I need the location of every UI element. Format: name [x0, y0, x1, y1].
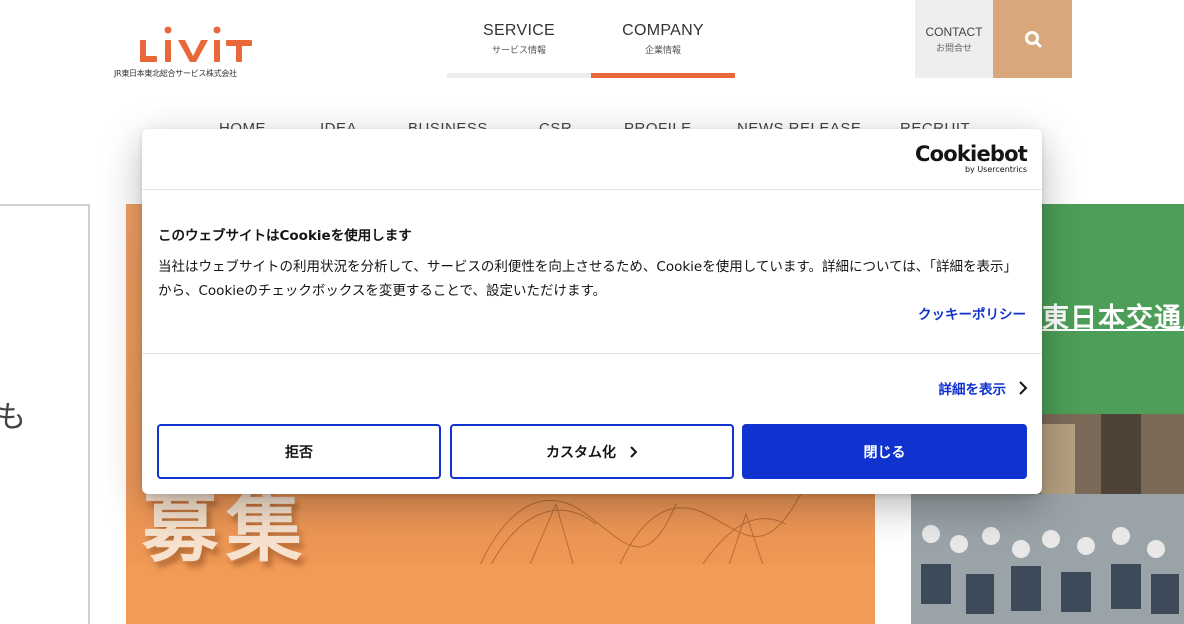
- logo-subtitle: JR東日本東北総合サービス株式会社: [114, 69, 237, 78]
- close-button-label: 閉じる: [863, 444, 906, 461]
- left-card-glyph: も: [0, 400, 26, 435]
- customize-button[interactable]: カスタム化: [450, 424, 734, 479]
- topnav-service-label: SERVICE: [482, 22, 556, 39]
- livit-logo-mark: [140, 26, 252, 62]
- topnav-service-sublabel: サービス情報: [491, 46, 546, 56]
- cookie-dialog-title: このウェブサイトはCookieを使用します: [158, 228, 412, 244]
- site-logo[interactable]: JR東日本東北総合サービス株式会社: [114, 22, 274, 82]
- top-navigation: SERVICE サービス情報 COMPANY 企業情報: [447, 0, 735, 78]
- cookiebot-logo-byline: by Usercentrics: [964, 165, 1027, 174]
- deny-button-label: 拒否: [285, 444, 313, 461]
- cookie-dialog-header: Cookiebot by Usercentrics: [142, 129, 1042, 190]
- show-details-label: 詳細を表示: [938, 382, 1007, 398]
- chevron-right-icon: [630, 445, 638, 458]
- cookiebot-logo[interactable]: Cookiebot by Usercentrics: [915, 142, 1028, 175]
- topnav-item-company[interactable]: COMPANY 企業情報: [591, 22, 735, 56]
- customize-button-label: カスタム化: [546, 444, 616, 461]
- side-promo-title: 東日本交通広: [1042, 303, 1184, 334]
- contact-sublabel: お問合せ: [935, 44, 972, 54]
- topnav-item-service[interactable]: SERVICE サービス情報: [447, 22, 591, 56]
- left-card[interactable]: も: [0, 204, 90, 624]
- deny-button[interactable]: 拒否: [157, 424, 441, 479]
- chevron-right-icon: [1019, 381, 1028, 395]
- topnav-company-label: COMPANY: [622, 22, 704, 39]
- cookie-consent-dialog: Cookiebot by Usercentrics このウェブサイトはCooki…: [142, 129, 1042, 494]
- cookie-policy-link[interactable]: クッキーポリシー: [918, 303, 1026, 323]
- contact-label: CONTACT: [925, 25, 983, 39]
- cookie-dialog-divider: [142, 353, 1042, 354]
- show-details-link[interactable]: 詳細を表示: [939, 378, 1029, 398]
- cookiebot-logo-text: Cookiebot: [915, 142, 1028, 166]
- search-icon: [1024, 31, 1041, 48]
- topnav-active-indicator: [591, 73, 735, 78]
- topnav-company-sublabel: 企業情報: [644, 46, 681, 56]
- cookie-dialog-description: 当社はウェブサイトの利用状況を分析して、サービスの利便性を向上させるため、Coo…: [158, 259, 1018, 299]
- close-button[interactable]: 閉じる: [742, 424, 1027, 479]
- contact-button[interactable]: CONTACT お問合せ: [915, 0, 993, 78]
- search-button[interactable]: [993, 0, 1072, 78]
- side-promo-card[interactable]: 東日本交通広: [1040, 204, 1184, 414]
